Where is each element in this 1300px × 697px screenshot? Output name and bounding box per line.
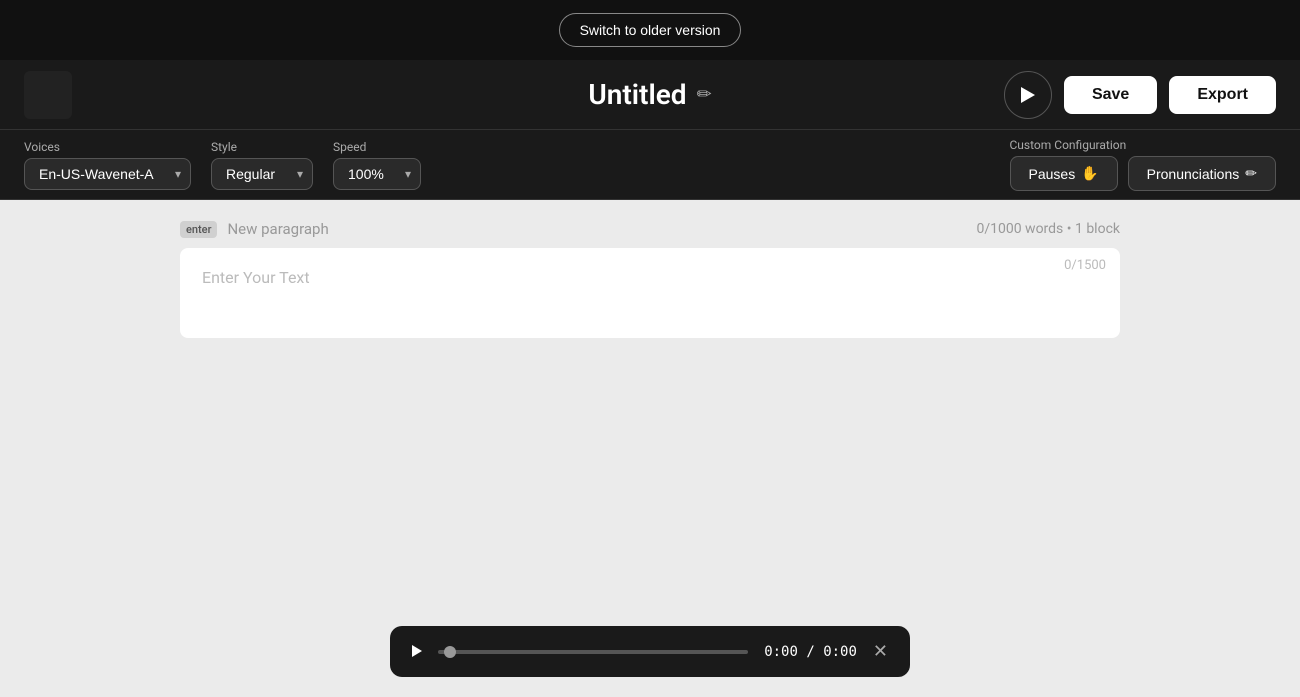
close-player-button[interactable]: ✕: [873, 641, 888, 662]
speed-group: Speed 100% ▾: [333, 140, 421, 190]
pauses-button[interactable]: Pauses ✋: [1010, 156, 1118, 191]
voices-group: Voices En-US-Wavenet-A ▾: [24, 140, 191, 190]
toolbar-left: Voices En-US-Wavenet-A ▾ Style Regular ▾…: [24, 140, 421, 190]
new-paragraph-text: New paragraph: [227, 220, 328, 238]
block-count-separator: •: [1067, 221, 1075, 237]
project-title: Untitled: [588, 78, 686, 111]
block-count-value: 1 block: [1075, 221, 1120, 237]
switch-version-button[interactable]: Switch to older version: [559, 13, 742, 47]
toolbar-right: Custom Configuration Pauses ✋ Pronunciat…: [1010, 138, 1277, 191]
save-button[interactable]: Save: [1064, 76, 1157, 114]
content-area: enter New paragraph 0/1000 words • 1 blo…: [0, 200, 1300, 697]
voices-dropdown-wrapper: En-US-Wavenet-A ▾: [24, 158, 191, 190]
style-label: Style: [211, 140, 313, 154]
top-bar: Switch to older version: [0, 0, 1300, 60]
header-bar: Untitled ✏ Save Export: [0, 60, 1300, 130]
custom-config-label: Custom Configuration: [1010, 138, 1127, 152]
speed-label: Speed: [333, 140, 421, 154]
word-count-value: 0/1000 words: [976, 221, 1063, 237]
media-player: 0:00 / 0:00 ✕: [390, 626, 910, 677]
speed-select[interactable]: 100%: [333, 158, 421, 190]
text-block: 0/1500 Enter Your Text: [180, 248, 1120, 338]
speed-dropdown-wrapper: 100% ▾: [333, 158, 421, 190]
pronunciations-icon: ✏: [1245, 165, 1257, 182]
toolbar: Voices En-US-Wavenet-A ▾ Style Regular ▾…: [0, 130, 1300, 200]
pronunciations-btn-label: Pronunciations: [1147, 166, 1240, 182]
edit-title-icon[interactable]: ✏: [697, 84, 712, 105]
pauses-icon: ✋: [1081, 165, 1098, 182]
media-play-button[interactable]: [412, 640, 422, 663]
progress-dot: [444, 646, 456, 658]
header-center: Untitled ✏: [588, 78, 711, 111]
header-right: Save Export: [1004, 71, 1276, 119]
style-group: Style Regular ▾: [211, 140, 313, 190]
voices-select[interactable]: En-US-Wavenet-A: [24, 158, 191, 190]
media-play-icon: [412, 645, 422, 657]
export-button[interactable]: Export: [1169, 76, 1276, 114]
header-left: [24, 71, 72, 119]
pauses-btn-label: Pauses: [1029, 166, 1076, 182]
time-display: 0:00 / 0:00: [764, 644, 857, 660]
style-dropdown-wrapper: Regular ▾: [211, 158, 313, 190]
word-count: 0/1000 words • 1 block: [976, 221, 1120, 237]
custom-config-buttons: Pauses ✋ Pronunciations ✏: [1010, 156, 1277, 191]
logo-box: [24, 71, 72, 119]
progress-bar[interactable]: [438, 650, 748, 654]
play-triangle-icon: [1021, 87, 1035, 103]
paragraph-row: enter New paragraph 0/1000 words • 1 blo…: [180, 220, 1120, 238]
voices-label: Voices: [24, 140, 191, 154]
style-select[interactable]: Regular: [211, 158, 313, 190]
media-player-container: 0:00 / 0:00 ✕: [390, 626, 910, 677]
play-button-header[interactable]: [1004, 71, 1052, 119]
paragraph-label-area: enter New paragraph: [180, 220, 329, 238]
pronunciations-button[interactable]: Pronunciations ✏: [1128, 156, 1276, 191]
enter-badge: enter: [180, 221, 217, 238]
